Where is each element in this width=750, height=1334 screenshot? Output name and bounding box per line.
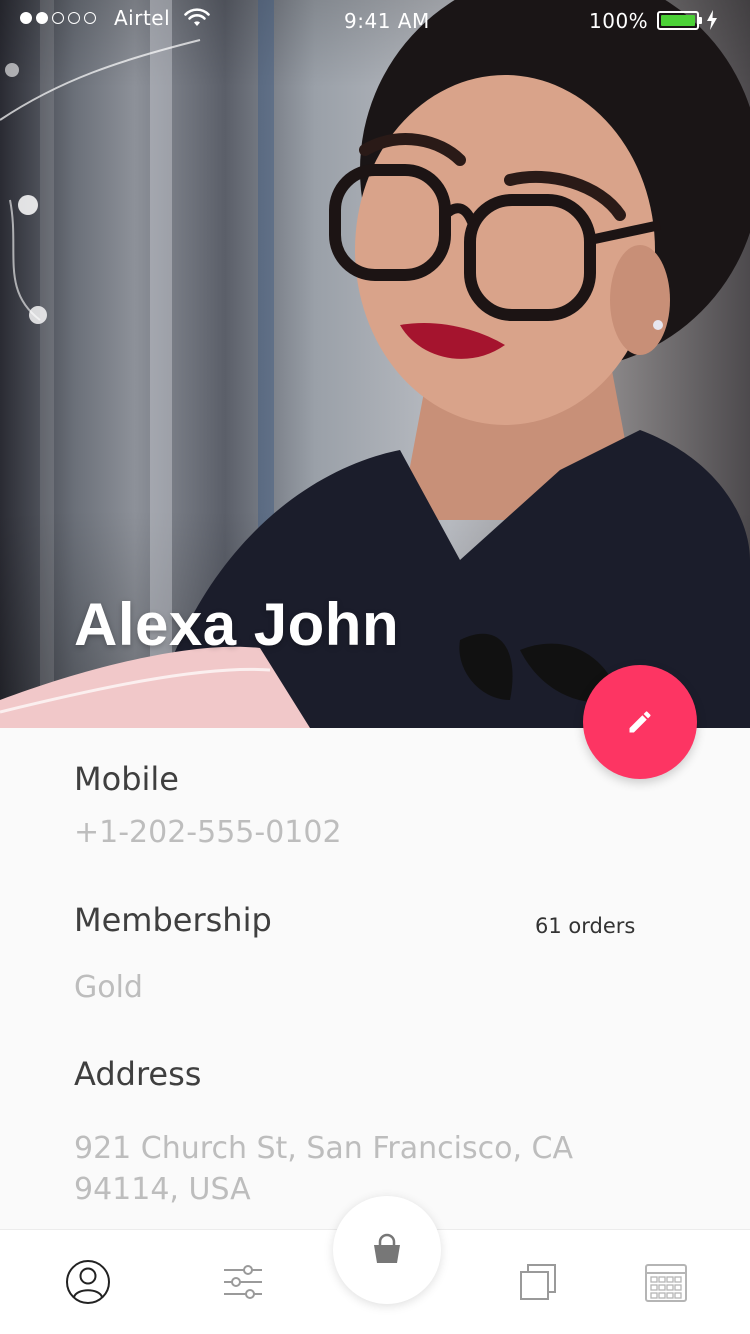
status-bar: Airtel 9:41 AM 100% (0, 0, 750, 40)
copy-icon (520, 1264, 556, 1300)
tab-shop[interactable] (333, 1196, 441, 1304)
profile-name: Alexa John (74, 591, 400, 658)
status-time: 9:41 AM (344, 9, 430, 33)
user-icon (66, 1260, 110, 1304)
membership-value: Gold (74, 970, 143, 1005)
calendar-icon (645, 1264, 687, 1302)
sliders-icon (224, 1265, 262, 1299)
pencil-icon (629, 711, 651, 733)
address-line-1: 921 Church St, San Francisco, CA (74, 1131, 573, 1166)
shopping-bag-icon (374, 1233, 400, 1263)
charging-icon (707, 10, 717, 30)
membership-label: Membership (74, 901, 272, 939)
address-label: Address (74, 1055, 202, 1093)
mobile-label: Mobile (74, 760, 179, 798)
signal-strength-icon (20, 12, 96, 24)
tab-profile[interactable] (64, 1258, 112, 1306)
battery-icon (657, 11, 702, 30)
tab-orders[interactable] (514, 1258, 562, 1306)
tab-calendar[interactable] (642, 1258, 690, 1306)
carrier-name: Airtel (114, 6, 171, 30)
battery-percentage: 100% (589, 9, 649, 33)
tab-filters[interactable] (219, 1258, 267, 1306)
mobile-value: +1-202-555-0102 (74, 815, 342, 850)
edit-profile-button[interactable] (583, 665, 697, 779)
orders-count: 61 orders (535, 914, 636, 938)
wifi-icon (184, 8, 210, 26)
profile-hero: Airtel 9:41 AM 100% Alexa John (0, 0, 750, 728)
